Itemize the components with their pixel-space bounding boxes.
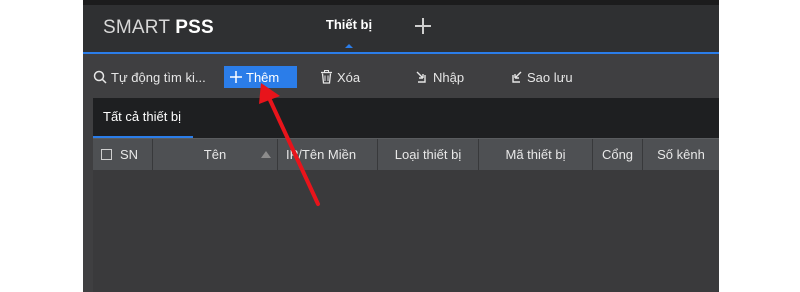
column-device-type[interactable]: Loại thiết bị bbox=[378, 139, 479, 170]
column-port-label: Cổng bbox=[601, 147, 634, 162]
column-sn-label: SN bbox=[120, 147, 139, 162]
tab-all-devices-label: Tất cả thiết bị bbox=[103, 109, 182, 124]
backup-label: Sao lưu bbox=[527, 69, 573, 85]
add-device-button[interactable]: Thêm bbox=[224, 66, 297, 88]
delete-device-button[interactable]: Xóa bbox=[320, 66, 360, 88]
logo-text-bold: PSS bbox=[175, 17, 214, 38]
backup-icon bbox=[512, 71, 522, 83]
active-tab-indicator bbox=[345, 44, 353, 48]
delete-device-label: Xóa bbox=[337, 69, 361, 85]
auto-search-label: Tự động tìm ki... bbox=[111, 69, 206, 85]
import-icon bbox=[416, 71, 426, 83]
select-all-checkbox[interactable] bbox=[101, 149, 112, 160]
app-logo: SMART PSS bbox=[103, 17, 214, 39]
auto-search-button[interactable]: Tự động tìm ki... bbox=[93, 66, 206, 88]
trash-icon bbox=[321, 70, 332, 84]
device-group-tabs: Tất cả thiết bị bbox=[93, 98, 719, 138]
search-icon bbox=[93, 70, 107, 84]
column-port[interactable]: Cổng bbox=[593, 139, 643, 170]
tab-devices[interactable]: Thiết bị bbox=[309, 17, 389, 32]
device-table-header: SN Tên IP/Tên Miền Loại thiết bị Mã thiế… bbox=[93, 138, 719, 170]
add-tab-plus-icon[interactable] bbox=[413, 16, 433, 36]
tab-all-devices[interactable]: Tất cả thiết bị bbox=[93, 98, 193, 138]
plus-icon bbox=[230, 71, 242, 83]
import-label: Nhập bbox=[433, 69, 465, 85]
column-ip-domain[interactable]: IP/Tên Miền bbox=[278, 139, 378, 170]
column-ip-domain-label: IP/Tên Miền bbox=[286, 147, 357, 162]
title-bar-strip bbox=[83, 0, 719, 5]
backup-button[interactable]: Sao lưu bbox=[509, 66, 573, 88]
device-toolbar: Tự động tìm ki... Thêm Xóa Nhập Sao lưu bbox=[83, 54, 719, 98]
title-bar: SMART PSS Thiết bị bbox=[83, 0, 719, 54]
column-device-code[interactable]: Mã thiết bị bbox=[479, 139, 593, 170]
add-device-label: Thêm bbox=[246, 69, 280, 85]
logo-text: SMART bbox=[103, 17, 176, 38]
column-device-code-label: Mã thiết bị bbox=[505, 147, 566, 162]
device-table-body bbox=[93, 170, 719, 292]
column-device-type-label: Loại thiết bị bbox=[394, 147, 462, 162]
column-sn[interactable]: SN bbox=[93, 139, 153, 170]
import-button[interactable]: Nhập bbox=[415, 66, 464, 88]
column-name-label: Tên bbox=[203, 147, 227, 162]
column-channels-label: Số kênh bbox=[657, 147, 705, 162]
sort-arrow-icon bbox=[261, 151, 271, 158]
smart-pss-window: SMART PSS Thiết bị Tự động tìm ki... Thê… bbox=[83, 0, 719, 292]
column-name[interactable]: Tên bbox=[153, 139, 278, 170]
column-channels[interactable]: Số kênh bbox=[643, 139, 719, 170]
